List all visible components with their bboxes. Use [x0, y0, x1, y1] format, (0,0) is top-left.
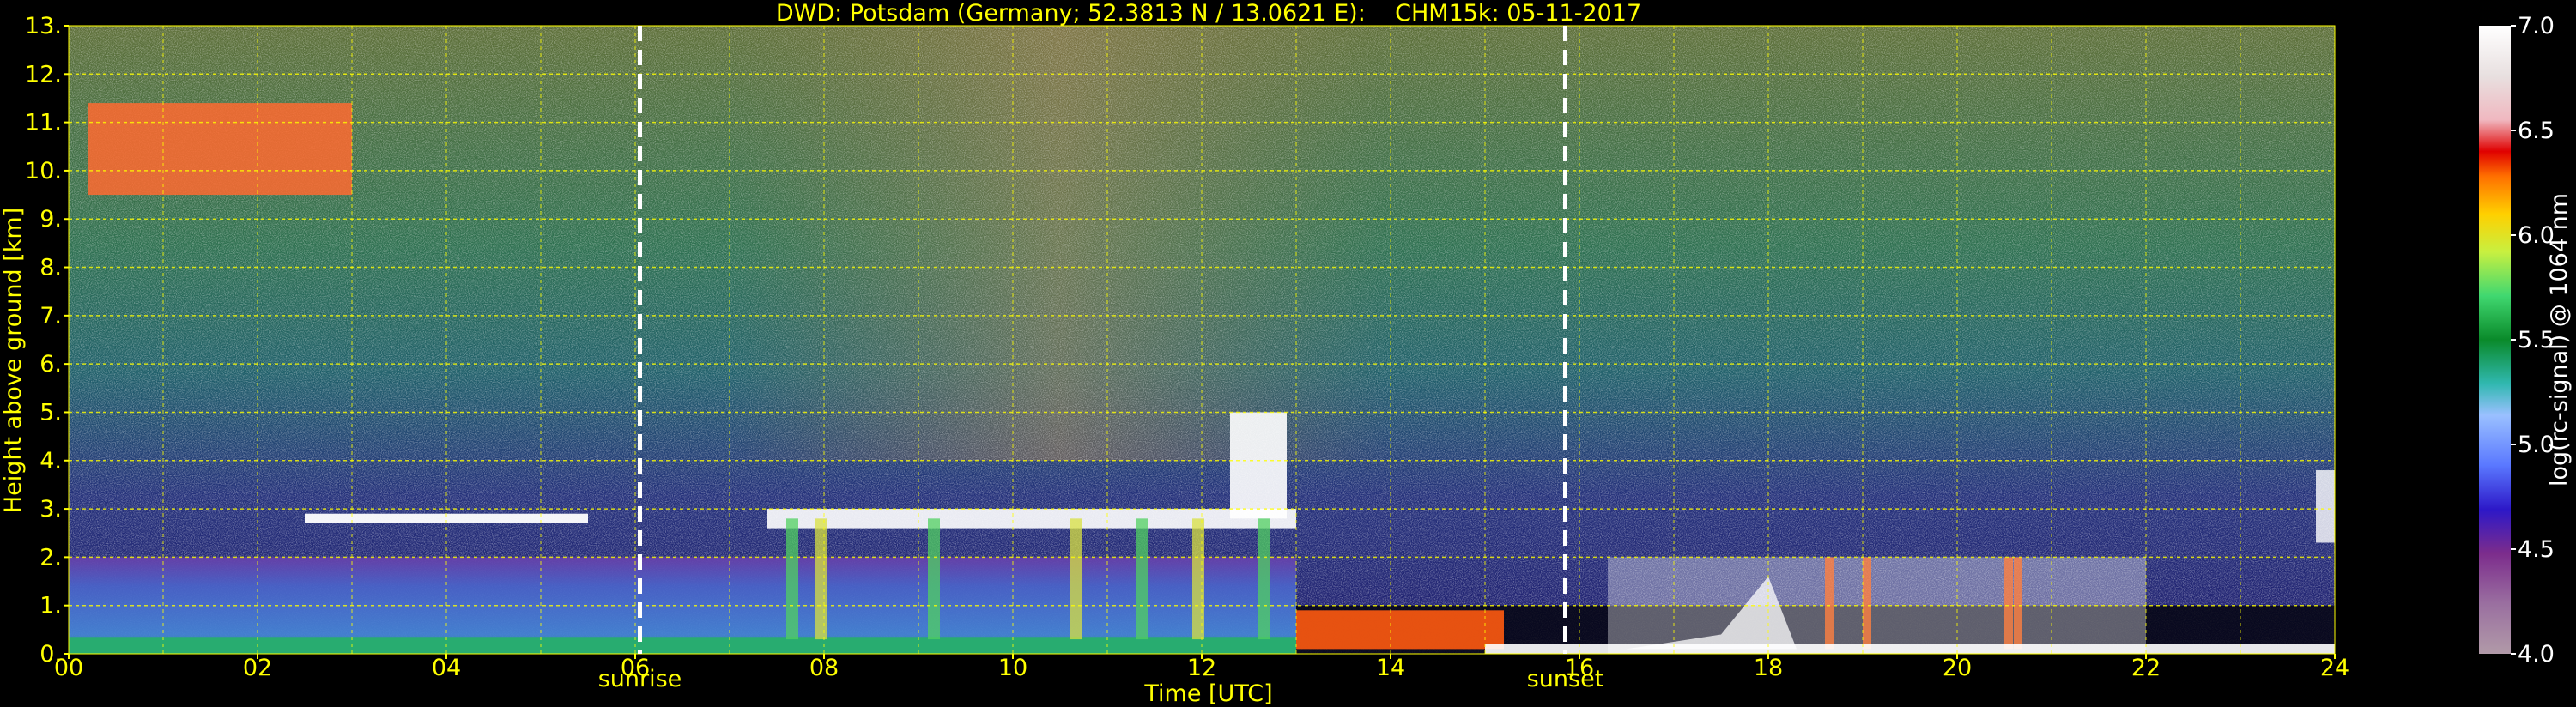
x-tick-label: 24: [2320, 655, 2349, 681]
x-tick-label: 12: [1187, 655, 1216, 681]
y-tick-label: 6.: [39, 351, 62, 378]
precip-streak: [786, 518, 798, 640]
colorbar: 4.04.55.05.56.06.57.0 log(rc-signal) @ 1…: [2479, 13, 2573, 668]
precip-streak: [928, 518, 940, 640]
x-tick-label: 04: [432, 655, 461, 681]
feature-cirrus: [88, 103, 352, 196]
y-tick-label: 10.: [25, 158, 62, 184]
x-tick-labels: 00 02 04 06 08 10 12 14 16 18 20 22 24: [54, 654, 2349, 681]
cloud-column: [2004, 557, 2013, 650]
cloud-column: [2014, 557, 2022, 650]
y-tick-label: 9.: [39, 206, 62, 233]
precip-streak: [1258, 518, 1270, 640]
y-tick-labels: 0.1.2.3.4.5.6.7.8.9.10.11.12.13.: [25, 13, 69, 668]
y-tick-label: 7.: [39, 303, 62, 329]
colorbar-tick-label: 4.0: [2518, 641, 2555, 668]
y-tick-label: 8.: [39, 255, 62, 281]
cloud-column: [1863, 557, 1871, 650]
x-tick-label: 22: [2131, 655, 2161, 681]
chart-title: DWD: Potsdam (Germany; 52.3813 N / 13.06…: [776, 0, 1641, 27]
x-tick-label: 16: [1565, 655, 1594, 681]
y-tick-label: 3.: [39, 496, 62, 523]
x-tick-label: 00: [54, 655, 83, 681]
surface-return: [1485, 644, 2335, 654]
chart-svg: sunrise sunset 0.1.2.3.4.5.6.7.8.9.10.11.…: [0, 0, 2573, 707]
precip-streak: [815, 518, 827, 640]
plot-area: [69, 26, 2335, 654]
y-tick-label: 1.: [39, 593, 62, 619]
feature-cloud-top: [1230, 412, 1287, 519]
x-tick-label: 06: [621, 655, 650, 681]
y-tick-label: 12.: [25, 61, 62, 88]
x-tick-label: 18: [1754, 655, 1783, 681]
x-tick-label: 14: [1376, 655, 1405, 681]
x-tick-label: 02: [243, 655, 272, 681]
cloud-column: [1825, 557, 1834, 650]
colorbar-tick-label: 7.0: [2518, 13, 2555, 39]
precip-streak: [1136, 518, 1148, 640]
colorbar-label: log(rc-signal) @ 1064 nm: [2546, 193, 2573, 486]
y-tick-label: 5.: [39, 399, 62, 426]
colorbar-scale: [2479, 26, 2511, 654]
x-axis-label: Time [UTC]: [1143, 680, 1272, 707]
x-tick-label: 20: [1943, 655, 1972, 681]
y-tick-label: 11.: [25, 110, 62, 136]
y-tick-label: 13.: [25, 13, 62, 39]
x-tick-label: 10: [998, 655, 1027, 681]
colorbar-tick-label: 6.5: [2518, 118, 2555, 144]
colorbar-tick-label: 4.5: [2518, 536, 2555, 563]
feature-isolated-cloud: [2316, 470, 2335, 543]
feature-low-cloud: [1296, 610, 1504, 650]
feature-cloud-base-layer: [767, 509, 1296, 529]
precip-streak: [1192, 518, 1204, 640]
ceilometer-chart: sunrise sunset 0. 1. 2. 3. 4. 5. 6. 7. 8. 9. 10. 11.…: [0, 0, 2576, 707]
y-axis-label: Height above ground [km]: [0, 208, 27, 513]
y-tick-label: 2.: [39, 544, 62, 571]
y-tick-label: 4.: [39, 448, 62, 474]
precip-streak: [1070, 518, 1082, 640]
x-tick-label: 08: [809, 655, 839, 681]
